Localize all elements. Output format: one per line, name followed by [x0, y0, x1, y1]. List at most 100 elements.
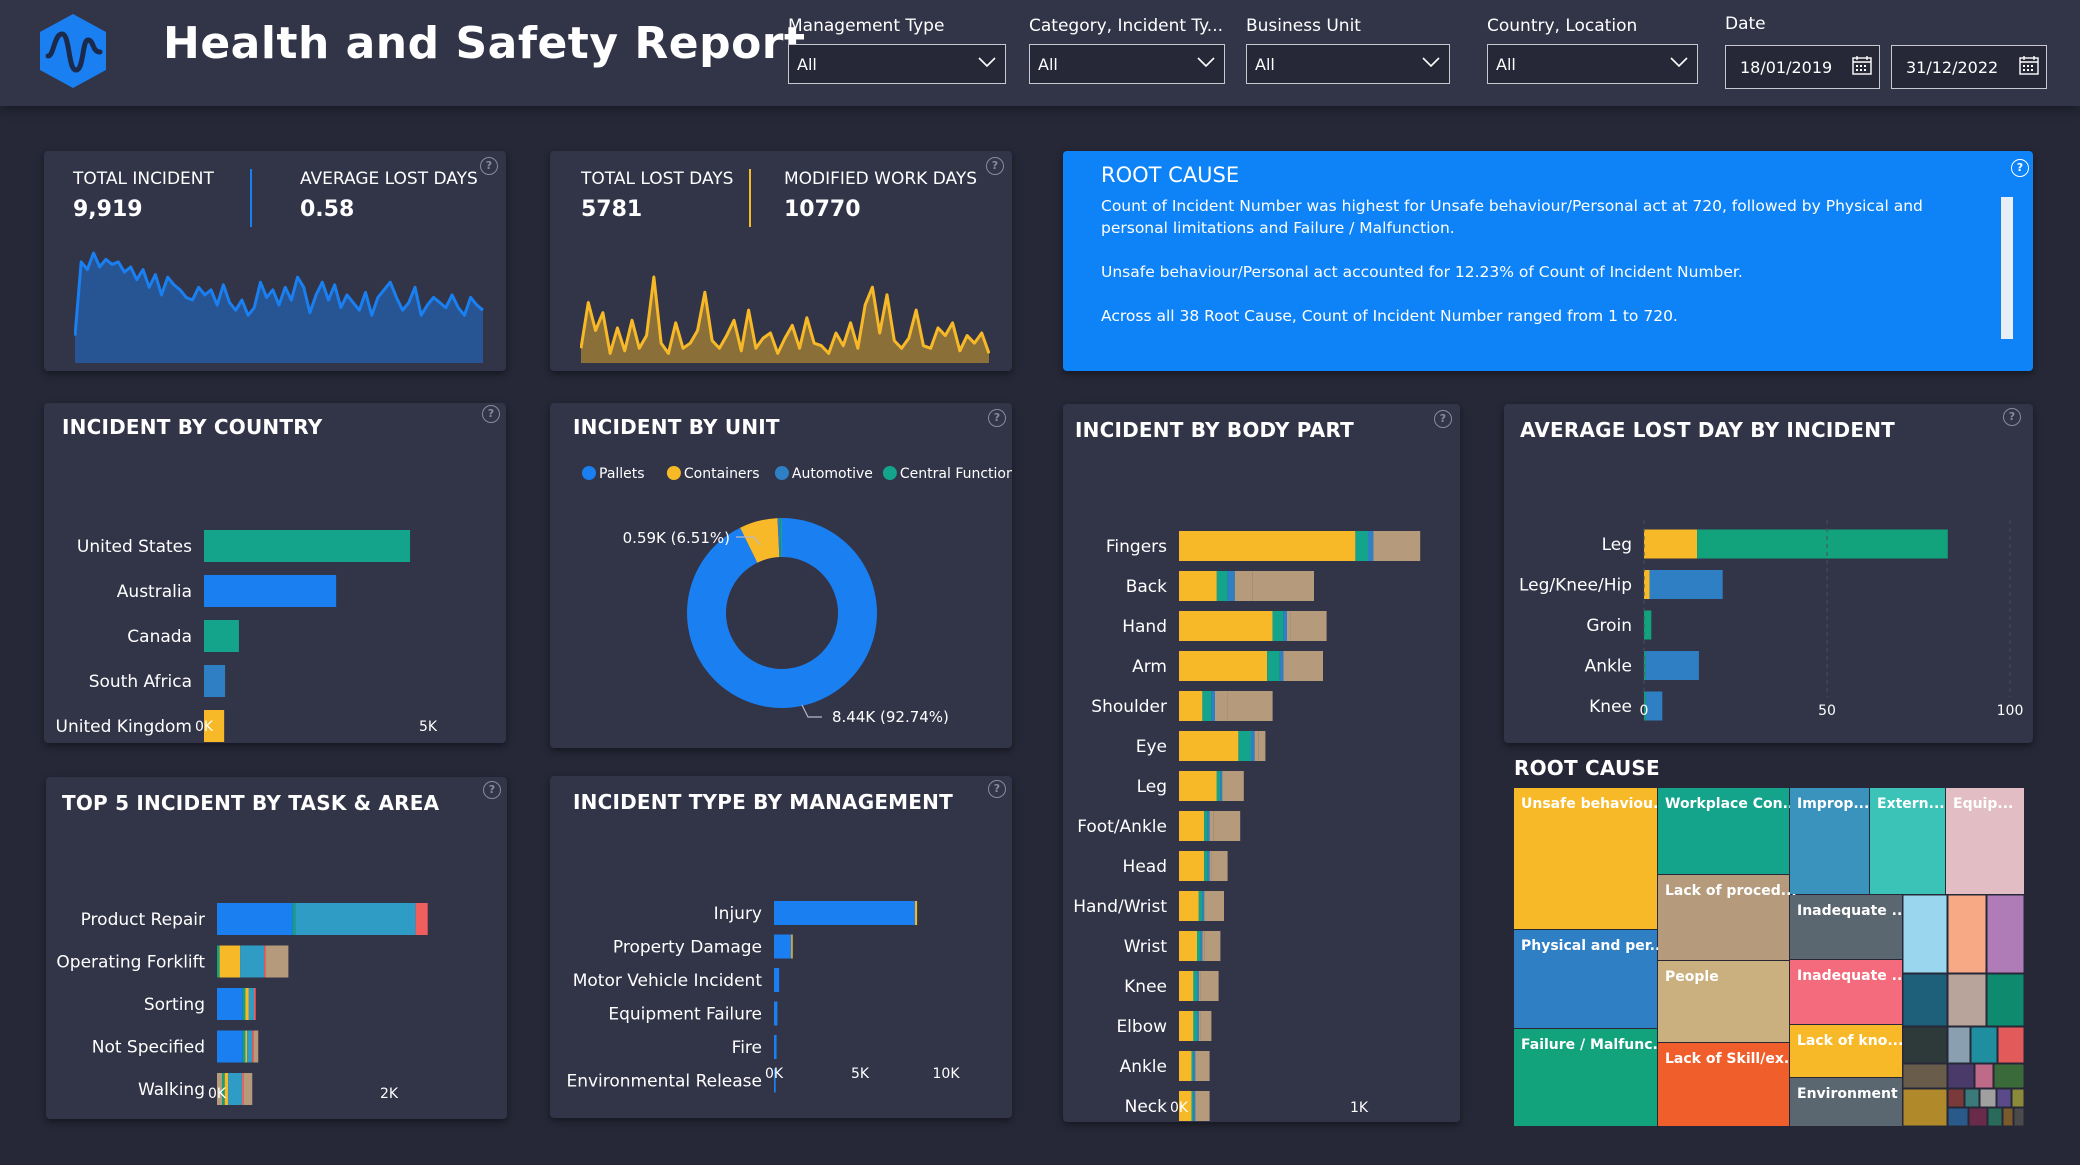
date-end-input[interactable]: 31/12/2022 — [1891, 45, 2047, 89]
bar-segment — [1195, 1091, 1197, 1121]
treemap-tile — [1902, 894, 1948, 974]
bar-segment — [1216, 571, 1228, 601]
lost-days-trend-sparkline[interactable] — [580, 271, 990, 363]
help-icon[interactable]: ? — [482, 405, 500, 423]
bar-segment — [1283, 611, 1287, 641]
help-icon[interactable]: ? — [480, 157, 498, 175]
bar-segment — [245, 1030, 248, 1063]
dropdown-value: All — [797, 55, 817, 74]
management-type-dropdown[interactable]: All — [788, 44, 1006, 84]
bar-segment — [1234, 571, 1253, 601]
summary-paragraph: Across all 38 Root Cause, Count of Incid… — [1101, 307, 1678, 325]
scrollbar[interactable] — [2001, 197, 2013, 339]
root-cause-summary-title: ROOT CAUSE — [1101, 163, 1240, 187]
bar-segment — [1179, 851, 1205, 881]
bar-segment — [774, 968, 780, 992]
help-icon[interactable]: ? — [986, 157, 1004, 175]
bar-segment — [1179, 691, 1203, 721]
bar-segment — [1267, 651, 1280, 681]
bar-segment — [1191, 1051, 1194, 1081]
bar-segment — [1179, 1011, 1194, 1041]
bar-segment — [217, 1030, 243, 1063]
bar-segment — [1222, 771, 1224, 801]
bar-segment — [1179, 1051, 1192, 1081]
bar-segment — [1202, 691, 1212, 721]
bar-segment — [791, 934, 793, 959]
calendar-icon[interactable] — [1851, 54, 1873, 76]
business-unit-dropdown[interactable]: All — [1246, 44, 1450, 84]
task-area-bar-chart[interactable]: Product Repair Operating Forklift Sorting N… — [46, 829, 507, 1119]
country-bar-chart[interactable]: United States Australia Canada South Africa… — [44, 453, 506, 743]
tick-label: 50 — [1818, 703, 1836, 719]
help-icon[interactable]: ? — [2003, 408, 2021, 426]
treemap-tile — [1970, 1026, 1998, 1064]
lost-days-trend-area — [581, 277, 989, 363]
bar-segment — [253, 988, 256, 1020]
calendar-icon[interactable] — [2018, 54, 2040, 76]
lost-day-bar-chart[interactable]: Leg Leg/Knee/Hip Groin Ankle Knee 0 50 100 — [1504, 454, 2033, 743]
date-start-input[interactable]: 18/01/2019 — [1725, 45, 1880, 89]
bar-segment — [1179, 571, 1217, 601]
body-part-bar-chart[interactable]: Fingers Back Hand Arm Shoulder Eye Leg Foot/Ank… — [1063, 454, 1460, 1122]
date-end-value: 31/12/2022 — [1906, 58, 1999, 77]
bar-segment — [1179, 531, 1356, 561]
bar-segment — [1197, 1051, 1210, 1081]
bar-segment — [1644, 570, 1650, 599]
incident-by-unit-card: INCIDENT BY UNIT ? Pallets Containers Auto… — [550, 403, 1012, 748]
help-icon[interactable]: ? — [2011, 159, 2029, 177]
incident-trend-area — [75, 253, 483, 363]
total-incident-label: TOTAL INCIDENT — [73, 169, 214, 189]
bar-segment — [1215, 691, 1228, 721]
help-icon[interactable]: ? — [483, 781, 501, 799]
incident-trend-sparkline[interactable] — [74, 247, 484, 363]
bar-segment — [1227, 691, 1273, 721]
bar-segment — [1200, 1011, 1212, 1041]
tick-label: 0K — [195, 719, 214, 735]
help-icon[interactable]: ? — [988, 780, 1006, 798]
bar-segment — [1179, 891, 1199, 921]
bar-segment — [217, 988, 243, 1020]
bar-segment — [1179, 611, 1273, 641]
card-title: INCIDENT TYPE BY MANAGEMENT — [573, 790, 953, 814]
root-cause-summary-card: ROOT CAUSE ? Count of Incident Number wa… — [1063, 151, 2033, 371]
bar-segment — [295, 903, 416, 935]
bar-segment — [1644, 610, 1652, 640]
legend-label: Automotive — [792, 466, 873, 482]
bar-segment — [204, 620, 239, 652]
category-label: Walking — [138, 1080, 205, 1100]
bar-segment — [1197, 1091, 1210, 1121]
treemap-tile — [1902, 1063, 1948, 1089]
bar-segment — [1227, 571, 1235, 601]
category-label: Leg — [1602, 535, 1632, 555]
bar-segment — [1207, 851, 1210, 881]
unit-donut-chart[interactable]: Pallets Containers Automotive Central Funct… — [550, 453, 1012, 748]
bar-segment — [1200, 931, 1203, 961]
treemap-tile — [1902, 1088, 1948, 1126]
bar-segment — [1287, 651, 1323, 681]
category-label: Environmental Release — [566, 1072, 762, 1092]
bar-segment — [1197, 931, 1201, 961]
average-lost-days-label: AVERAGE LOST DAYS — [300, 169, 478, 189]
bar-segment — [1197, 971, 1199, 1001]
help-icon[interactable]: ? — [1434, 410, 1452, 428]
kpi-divider — [250, 169, 252, 227]
bar-segment — [1200, 971, 1219, 1001]
category-label: United Kingdom — [56, 717, 192, 737]
treemap-label: Environment — [1797, 1086, 1898, 1102]
category-dropdown[interactable]: All — [1029, 44, 1225, 84]
root-cause-treemap[interactable]: Unsafe behaviou... Physical and per... Fai… — [1514, 788, 2024, 1126]
bar-segment — [1368, 531, 1374, 561]
treemap-label: Improp... — [1797, 796, 1869, 812]
card-title: INCIDENT BY UNIT — [573, 415, 780, 439]
bar-segment — [217, 945, 220, 978]
help-icon[interactable]: ? — [988, 409, 1006, 427]
filter-label: Business Unit — [1246, 16, 1361, 36]
category-label: Operating Forklift — [56, 953, 205, 973]
total-incident-value: 9,919 — [73, 197, 143, 222]
legend-marker — [774, 466, 789, 480]
bar-segment — [1697, 529, 1948, 559]
page-title: Health and Safety Report — [163, 18, 806, 69]
country-location-dropdown[interactable]: All — [1487, 44, 1698, 84]
management-bar-chart[interactable]: Injury Property Damage Motor Vehicle Incid… — [550, 828, 1012, 1118]
bar-segment — [1179, 651, 1268, 681]
